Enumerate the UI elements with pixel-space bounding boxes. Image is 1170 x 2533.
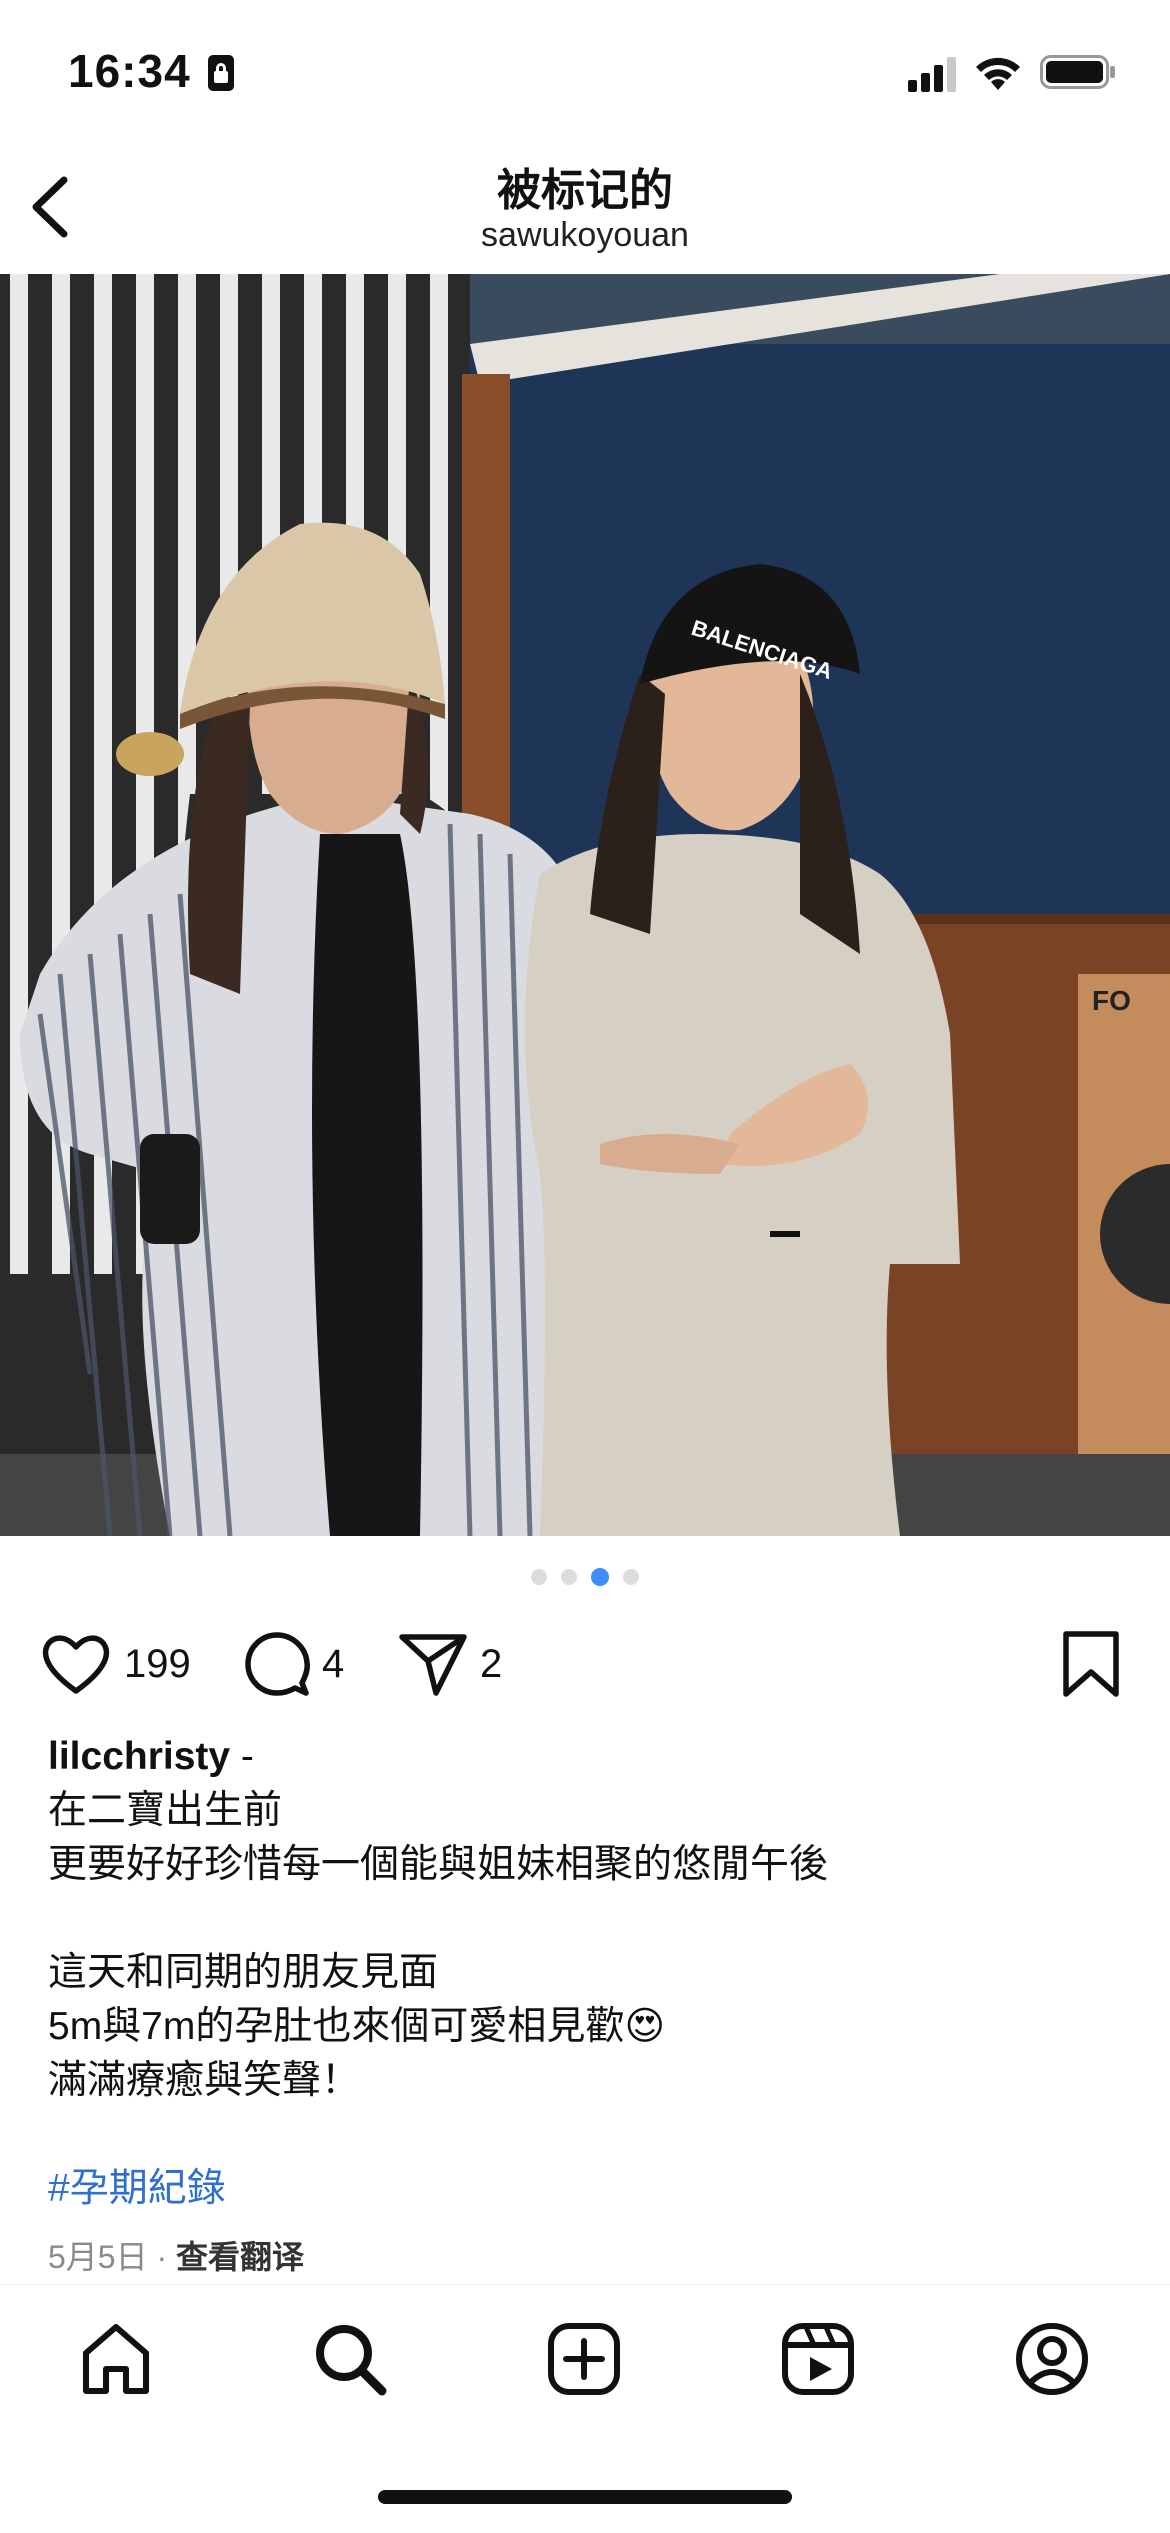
caption-header: lilcchristy - (48, 1730, 1128, 1784)
bookmark-icon[interactable] (1060, 1630, 1122, 1698)
carousel-dot (623, 1569, 639, 1585)
create-icon[interactable] (546, 2321, 622, 2397)
like-count: 199 (124, 1641, 191, 1686)
post-date: 5月5日 (48, 2239, 148, 2275)
post-actions: 199 4 2 (0, 1620, 1170, 1708)
battery-icon (1040, 55, 1115, 89)
carousel-dot-active (591, 1568, 609, 1586)
share-count: 2 (480, 1641, 503, 1686)
lock-icon (208, 55, 234, 91)
share-button[interactable]: 2 (398, 1620, 502, 1708)
share-icon (399, 1634, 467, 1696)
comment-button[interactable]: 4 (244, 1620, 344, 1708)
caption-line: 在二寶出生前 (48, 1789, 283, 1832)
post-caption: lilcchristy - 在二寶出生前 更要好好珍惜每一個能與姐妹相聚的悠閒午… (48, 1730, 1128, 2216)
nav-header: 被标记的 sawukoyouan (0, 140, 1170, 274)
carousel-dot (561, 1569, 577, 1585)
post-photo[interactable]: FO BALENCIAGA (0, 274, 1170, 1536)
post-meta: 5月5日 · 查看翻译 (48, 2232, 304, 2278)
home-indicator (378, 2490, 792, 2504)
caption-line (48, 2108, 1128, 2162)
home-icon[interactable] (78, 2321, 154, 2397)
poster-text: FO (1092, 985, 1131, 1016)
caption-line: 更要好好珍惜每一個能與姐妹相聚的悠閒午後 (48, 1843, 829, 1886)
meta-separator: · (147, 2239, 177, 2275)
profile-icon[interactable] (1014, 2321, 1090, 2397)
reels-icon[interactable] (780, 2321, 856, 2397)
caption-hashtag[interactable]: #孕期紀錄 (48, 2162, 1128, 2216)
heart-icon (42, 1635, 110, 1694)
translate-link[interactable]: 查看翻译 (176, 2239, 304, 2275)
caption-separator: - (230, 1735, 254, 1778)
status-bar: 16:34 (0, 0, 1170, 140)
page-subtitle[interactable]: sawukoyouan (0, 216, 1170, 255)
caption-username[interactable]: lilcchristy (48, 1735, 230, 1778)
carousel-dots (0, 1568, 1170, 1592)
page-title: 被标记的 (497, 166, 673, 215)
signal-icon (908, 57, 956, 92)
caption-line: 5m與7m的孕肚也來個可愛相見歡😍 (48, 2005, 666, 2048)
caption-line: 這天和同期的朋友見面 (48, 1951, 439, 1994)
wifi-icon (976, 57, 1020, 90)
like-button[interactable]: 199 (40, 1620, 191, 1708)
search-icon[interactable] (312, 2321, 388, 2397)
comment-count: 4 (322, 1641, 345, 1686)
caption-line (48, 1892, 1128, 1946)
caption-line: 滿滿療癒與笑聲！ (48, 2059, 361, 2102)
carousel-dot (531, 1569, 547, 1585)
status-time: 16:34 (68, 45, 191, 97)
comment-icon (245, 1632, 310, 1696)
